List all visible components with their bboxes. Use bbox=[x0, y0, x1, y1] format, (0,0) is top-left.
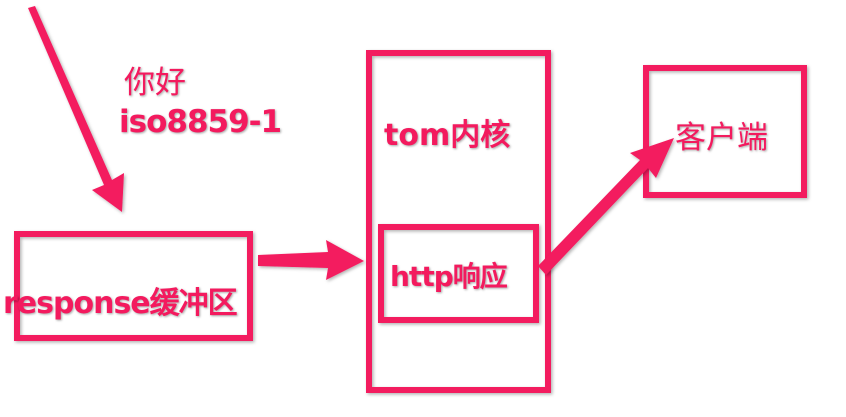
response-buffer-label: response缓冲区 bbox=[3, 286, 238, 321]
greeting-label: 你好 bbox=[124, 65, 186, 101]
arrow-buffer-to-core bbox=[258, 240, 364, 280]
tomcat-core-box bbox=[366, 50, 551, 393]
arrow-http-to-client bbox=[538, 138, 674, 275]
arrow-down-to-buffer bbox=[28, 6, 124, 212]
diagram: 你好 iso8859-1 response缓冲区 tom内核 http响应 客户… bbox=[0, 0, 846, 417]
tomcat-core-label: tom内核 bbox=[384, 118, 511, 153]
encoding-label: iso8859-1 bbox=[119, 104, 282, 140]
http-response-label: http响应 bbox=[390, 260, 508, 293]
client-label: 客户端 bbox=[675, 120, 768, 156]
